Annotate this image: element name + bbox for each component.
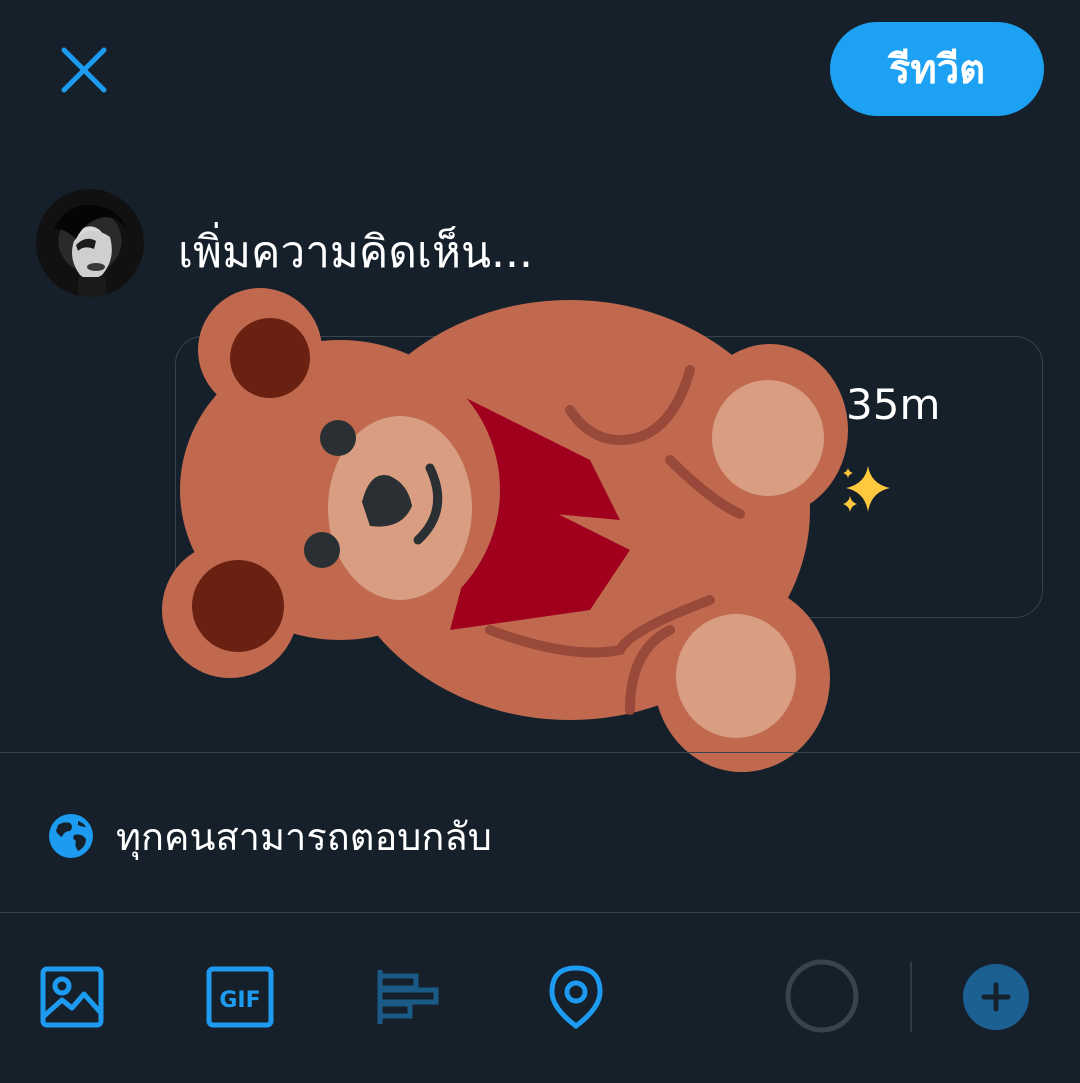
avatar xyxy=(36,189,144,297)
retweet-button[interactable]: รีทวีต xyxy=(830,22,1044,116)
plus-icon xyxy=(981,982,1011,1012)
close-icon xyxy=(61,47,107,93)
location-icon xyxy=(549,965,603,1030)
add-poll-button[interactable] xyxy=(376,968,440,1030)
add-location-button[interactable] xyxy=(548,964,604,1034)
add-gif-button[interactable]: GIF xyxy=(206,966,274,1032)
add-image-button[interactable] xyxy=(40,966,104,1032)
image-icon xyxy=(40,966,104,1028)
gif-icon: GIF xyxy=(206,966,274,1028)
poll-icon xyxy=(377,970,439,1024)
toolbar-divider xyxy=(910,962,912,1032)
teddy-bear-icon xyxy=(162,288,848,772)
close-button[interactable] xyxy=(58,44,110,96)
character-count-ring xyxy=(785,959,859,1033)
reply-setting[interactable]: ทุกคนสามารถตอบกลับ xyxy=(48,812,492,860)
add-tweet-button[interactable] xyxy=(963,964,1029,1030)
globe-icon xyxy=(49,814,93,858)
gif-label: GIF xyxy=(219,988,260,1013)
reply-setting-label: ทุกคนสามารถตอบกลับ xyxy=(116,814,492,859)
divider xyxy=(0,752,1080,753)
divider xyxy=(0,912,1080,913)
